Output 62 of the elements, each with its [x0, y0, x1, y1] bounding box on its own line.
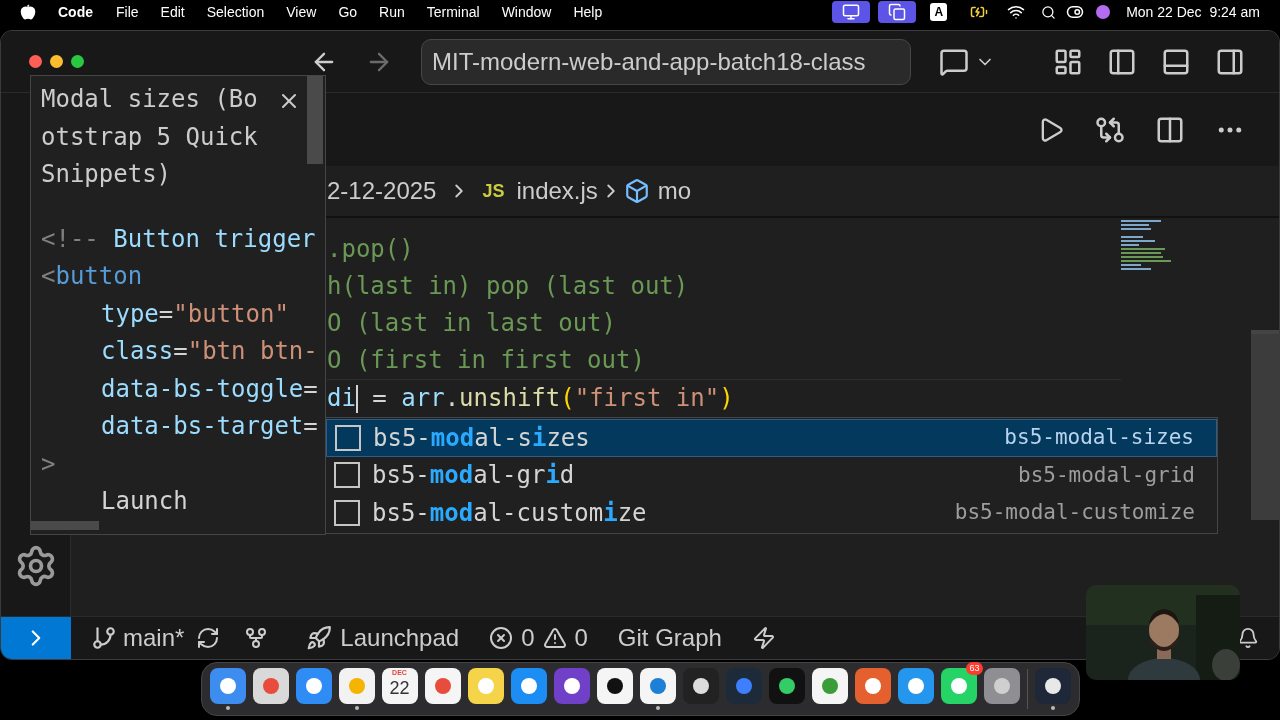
app-menu[interactable]: Code	[58, 1, 93, 23]
notification-badge: 63	[966, 662, 983, 675]
suggestion-label: bs5-modal-sizes	[373, 422, 590, 454]
command-center-field[interactable]: MIT-modern-web-and-app-batch18-class	[421, 38, 911, 85]
suggestion-label: bs5-modal-grid	[372, 460, 575, 492]
code-token: di	[327, 384, 356, 412]
code-token: Button trigger	[113, 224, 316, 253]
menu-item[interactable]: Go	[338, 1, 358, 23]
code-token: =	[173, 337, 188, 365]
suggestion-item[interactable]: bs5-modal-grid bs5-modal-grid	[326, 456, 1217, 494]
code-token: data-bs-toggle	[101, 374, 304, 403]
code-token: O (last in last out)	[327, 309, 616, 337]
menu-item[interactable]: Window	[501, 1, 552, 23]
code-token: class	[101, 337, 174, 365]
code-token: =	[371, 384, 388, 412]
file-type-label: JS	[482, 179, 505, 203]
code-token: Launch	[101, 487, 188, 515]
popup-title: Modal sizes (Bootstrap 5 Quick Snippets)	[41, 84, 259, 190]
warning-count[interactable]: 0	[574, 620, 588, 656]
breadcrumb-item[interactable]: index.js	[516, 173, 598, 209]
code-token: "first in"	[574, 384, 720, 412]
code-token: data-bs-target	[101, 412, 304, 440]
suggestion-item[interactable]: bs5-modal-customize bs5-modal-customize	[326, 494, 1217, 532]
code-token: .	[444, 384, 460, 412]
input-source[interactable]: A	[930, 3, 948, 21]
branch-name[interactable]: main*	[123, 620, 185, 656]
code-token: <	[41, 262, 56, 290]
calendar-day: 22	[389, 678, 410, 698]
git-graph-item[interactable]: Git Graph	[617, 620, 722, 656]
menu-item[interactable]: File	[116, 1, 139, 23]
suggestion-label: bs5-modal-customize	[372, 497, 647, 529]
code-token: button	[55, 262, 143, 290]
error-count[interactable]: 0	[521, 620, 535, 656]
code-token: =	[158, 299, 174, 328]
code-token: unshift	[459, 384, 561, 412]
menu-item[interactable]: Help	[573, 1, 603, 23]
code-token: "button"	[173, 299, 289, 328]
code-token: .pop()	[327, 235, 414, 263]
menu-item[interactable]: Selection	[206, 1, 265, 23]
launchpad-item[interactable]: Launchpad	[340, 620, 460, 656]
code-token: h(last in) pop (last out)	[327, 272, 689, 300]
code-token: O (first in first out)	[327, 346, 645, 374]
menu-item[interactable]: Run	[379, 1, 405, 23]
code-token: =	[303, 374, 318, 403]
code-token: =	[303, 412, 318, 440]
code-token: >	[41, 449, 56, 478]
clock[interactable]: Mon 22 Dec 9:24 am	[1126, 1, 1260, 23]
code-token: )	[719, 384, 734, 412]
breadcrumb-item[interactable]: mo	[657, 173, 692, 209]
code-token: type	[101, 299, 159, 328]
menu-item[interactable]: View	[286, 1, 317, 23]
menu-item[interactable]: Terminal	[426, 1, 480, 23]
menu-item[interactable]: Edit	[160, 1, 185, 23]
suggestion-detail: bs5-modal-customize	[954, 499, 1195, 526]
breadcrumb-item[interactable]: 2-12-2025	[327, 173, 437, 209]
suggestion-item[interactable]: bs5-modal-sizes bs5-modal-sizes	[326, 419, 1217, 457]
code-token: "btn btn-	[187, 337, 318, 365]
suggestion-detail: bs5-modal-grid	[1018, 461, 1195, 489]
code-token: arr	[401, 384, 445, 412]
suggestion-detail: bs5-modal-sizes	[1004, 424, 1194, 451]
code-token: <!--	[41, 224, 100, 253]
code-token: (	[560, 384, 575, 412]
